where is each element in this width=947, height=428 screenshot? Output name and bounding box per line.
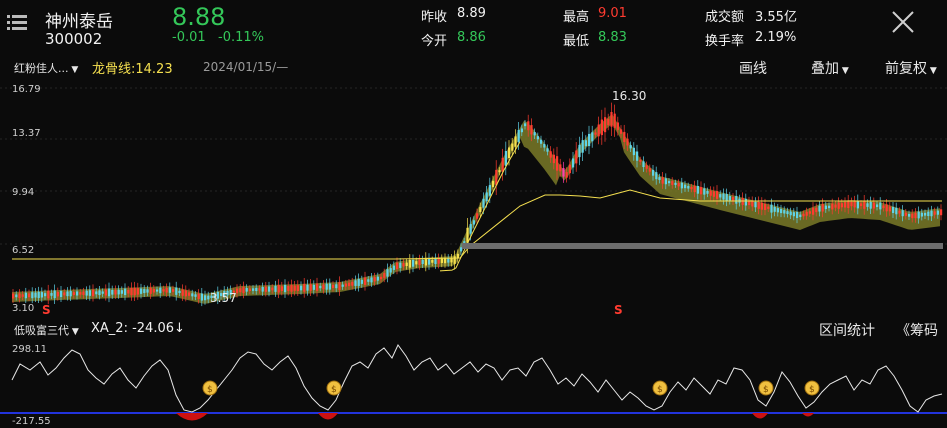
indicator-dropdown[interactable]: 红粉佳人... ▼ [14, 60, 78, 76]
chips-button[interactable]: 《筹码 [896, 320, 938, 340]
menu-list-icon[interactable] [6, 12, 28, 34]
turnover-value: 2.19% [755, 30, 797, 45]
oscillator-chart[interactable]: 298.11 -217.55 $ $ $ $ $ [0, 340, 947, 428]
min-price-annotation: 3.57 [210, 291, 237, 305]
money-bag-icon-glyph: $ [763, 385, 769, 395]
chevron-down-icon: ▼ [68, 65, 79, 75]
sub-indicator-dropdown[interactable]: 低吸富三代 ▼ [14, 322, 79, 338]
stock-code: 300002 [45, 30, 103, 48]
adjust-button[interactable]: 前复权 ▼ [885, 58, 937, 78]
chevron-down-icon: ▼ [927, 66, 937, 76]
cursor-date: 2024/01/15/— [203, 60, 289, 74]
close-icon[interactable] [890, 9, 916, 35]
y-label-3: 9.94 [12, 187, 34, 198]
main-chart[interactable]: 16.79 13.37 9.94 6.52 3.10 16.30 3.57 S … [0, 78, 947, 316]
interval-stats-button[interactable]: 区间统计 [819, 320, 875, 340]
amount-label: 成交额 [705, 10, 745, 25]
open-label: 今开 [421, 34, 448, 49]
adjust-label: 前复权 [885, 61, 927, 77]
chevron-down-icon: ▼ [69, 327, 79, 337]
open-value: 8.86 [457, 30, 486, 45]
candles [12, 102, 943, 307]
amount-value: 3.55亿 [755, 10, 797, 25]
low-label: 最低 [563, 34, 590, 49]
current-price: 8.88 [172, 3, 226, 31]
high-label: 最高 [563, 10, 590, 25]
high-value: 9.01 [598, 6, 627, 21]
low-value: 8.83 [598, 30, 627, 45]
indicator-dropdown-label: 红粉佳人... [14, 62, 69, 75]
osc-y-top: 298.11 [12, 344, 47, 355]
bottom-signals [176, 413, 814, 421]
max-price-annotation: 16.30 [612, 89, 646, 103]
overlay-label: 叠加 [811, 61, 839, 77]
sell-signal-mark: S [614, 303, 623, 316]
money-bag-icon-glyph: $ [809, 385, 815, 395]
stock-name: 神州泰岳 [45, 12, 113, 32]
overlay-button[interactable]: 叠加 ▼ [811, 58, 849, 78]
draw-line-button[interactable]: 画线 [739, 58, 767, 78]
turnover-label: 换手率 [705, 34, 745, 49]
osc-y-bottom: -217.55 [12, 416, 51, 427]
money-bag-icon-glyph: $ [657, 385, 663, 395]
y-label-5: 3.10 [12, 303, 34, 314]
xa2-value: XA_2: -24.06↓ [91, 321, 185, 336]
prev-close-value: 8.89 [457, 6, 486, 21]
dragon-line-value: 龙骨线:14.23 [92, 62, 173, 77]
money-bag-icon-glyph: $ [331, 385, 337, 395]
y-label-4: 6.52 [12, 245, 34, 256]
sub-indicator-label: 低吸富三代 [14, 324, 69, 337]
y-label-2: 13.37 [12, 128, 41, 139]
y-label-1: 16.79 [12, 84, 41, 95]
prev-close-label: 昨收 [421, 10, 448, 25]
chevron-down-icon: ▼ [839, 66, 849, 76]
price-change: -0.01 [172, 30, 206, 45]
money-bag-icon-glyph: $ [207, 385, 213, 395]
oscillator-line [11, 344, 943, 413]
sell-signal-mark: S [42, 303, 51, 316]
price-change-pct: -0.11% [218, 30, 264, 45]
support-band [462, 243, 943, 249]
